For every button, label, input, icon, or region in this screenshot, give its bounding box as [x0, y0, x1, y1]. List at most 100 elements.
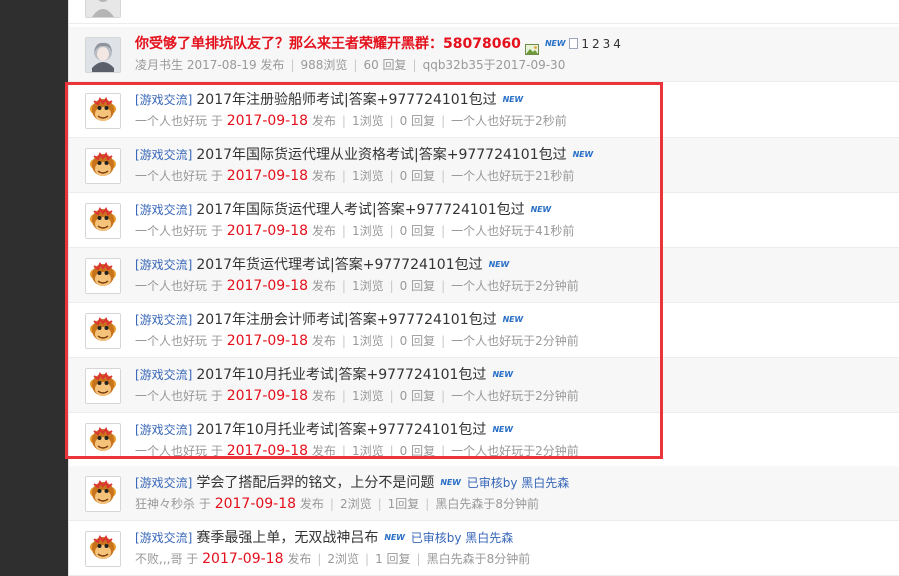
category-tag-link[interactable]: [游戏交流]: [135, 476, 192, 490]
thread-row[interactable]: [游戏交流] 2017年货运代理考试|答案+977724101包过 NEW 一个人也好…: [69, 248, 899, 303]
thread-row[interactable]: 你受够了单排坑队友了？那么来王者荣耀开黑群：58078060 NEW 1 2 3 4 凌月书…: [69, 27, 899, 82]
reply-count: 0 回复: [399, 224, 436, 238]
view-count: 1浏览: [351, 114, 384, 128]
thread-title-link[interactable]: 2017年货运代理考试|答案+977724101包过: [196, 257, 482, 273]
thread-title-link[interactable]: 你受够了单排坑队友了？那么来王者荣耀开黑群：58078060: [135, 36, 521, 52]
image-attachment-icon: [524, 38, 539, 55]
author-link[interactable]: 不败,,,哥: [135, 552, 182, 566]
last-reply-info[interactable]: 一个人也好玩于2秒前: [451, 114, 567, 128]
thread-title-link[interactable]: 2017年10月托业考试|答案+977724101包过: [196, 422, 486, 438]
thread-row[interactable]: [游戏交流] 赛季最强上单，无双战神吕布 NEW 已审核by 黑白先森 不败,,,哥 于…: [69, 521, 899, 576]
reply-count: 0 回复: [399, 279, 436, 293]
user-avatar[interactable]: [85, 37, 121, 73]
author-link[interactable]: 一个人也好玩: [135, 279, 207, 293]
user-avatar[interactable]: [85, 148, 121, 184]
thread-row[interactable]: [游戏交流] 2017年国际货运代理从业资格考试|答案+977724101包过 NE…: [69, 138, 899, 193]
separator: |: [341, 169, 346, 183]
user-avatar[interactable]: [85, 258, 121, 294]
view-count: 1浏览: [351, 334, 384, 348]
author-link[interactable]: 一个人也好玩: [135, 334, 207, 348]
page-number-link[interactable]: 3: [603, 37, 611, 51]
user-avatar[interactable]: [85, 203, 121, 239]
last-reply-info[interactable]: 一个人也好玩于41秒前: [451, 224, 574, 238]
user-avatar[interactable]: [85, 423, 121, 459]
by-word: 于: [210, 389, 223, 403]
category-tag-link[interactable]: [游戏交流]: [135, 531, 192, 545]
category-tag-link[interactable]: [游戏交流]: [135, 203, 192, 217]
thread-row[interactable]: [游戏交流] 学会了搭配后羿的铭文，上分不是问题 NEW 已审核by 黑白先森 狂神々秒…: [69, 466, 899, 521]
separator: |: [389, 444, 394, 458]
thread-list-panel: 黑白先森 2017-08-21 发布|1626浏览|116 回复|与世梦回于20…: [68, 0, 899, 576]
user-avatar[interactable]: [85, 313, 121, 349]
thread-row[interactable]: [游戏交流] 2017年注册会计师考试|答案+977724101包过 NEW 一个人也…: [69, 303, 899, 358]
author-link[interactable]: 凌月书生: [135, 58, 183, 72]
thread-row[interactable]: [游戏交流] 2017年注册验船师考试|答案+977724101包过 NEW 一个人也…: [69, 83, 899, 138]
separator: |: [441, 279, 446, 293]
last-reply-info[interactable]: 黑白先森于8分钟前: [435, 497, 539, 511]
author-link[interactable]: 一个人也好玩: [135, 169, 207, 183]
reply-count: 0 回复: [399, 169, 436, 183]
posted-label: 发布: [299, 497, 324, 511]
thread-meta-line: 一个人也好玩 于 2017-09-18 发布 | 1浏览 | 0 回复 | 一个人也好玩于2…: [135, 387, 579, 405]
author-link[interactable]: 狂神々秒杀: [135, 497, 195, 511]
thread-row[interactable]: [游戏交流] 2017年10月托业考试|答案+977724101包过 NEW 一个人也…: [69, 413, 899, 468]
author-link[interactable]: 一个人也好玩: [135, 389, 207, 403]
category-tag-link[interactable]: [游戏交流]: [135, 313, 192, 327]
author-link[interactable]: 一个人也好玩: [135, 444, 207, 458]
thread-meta-line: 一个人也好玩 于 2017-09-18 发布 | 1浏览 | 0 回复 | 一个人也好玩于4…: [135, 222, 574, 240]
author-link[interactable]: 一个人也好玩: [135, 224, 207, 238]
separator: |: [425, 497, 430, 511]
separator: |: [412, 58, 417, 72]
new-badge-icon: NEW: [502, 94, 524, 104]
author-link[interactable]: 一个人也好玩: [135, 114, 207, 128]
posted-label: 发布: [287, 552, 312, 566]
separator: |: [365, 552, 370, 566]
category-tag-link[interactable]: [游戏交流]: [135, 148, 192, 162]
reply-count: 60 回复: [363, 58, 407, 72]
category-tag-link[interactable]: [游戏交流]: [135, 368, 192, 382]
last-reply-info[interactable]: 一个人也好玩于2分钟前: [451, 444, 579, 458]
thread-row[interactable]: [游戏交流] 2017年国际货运代理人考试|答案+977724101包过 NEW 一个…: [69, 193, 899, 248]
user-avatar[interactable]: [85, 476, 121, 512]
thread-title-link[interactable]: 2017年注册验船师考试|答案+977724101包过: [196, 92, 496, 108]
last-reply-info[interactable]: 一个人也好玩于2分钟前: [451, 279, 579, 293]
separator: |: [341, 279, 346, 293]
page-number-link[interactable]: 4: [613, 37, 621, 51]
posted-label: 发布: [311, 389, 336, 403]
separator: |: [389, 169, 394, 183]
last-reply-info[interactable]: 黑白先森于8分钟前: [427, 552, 531, 566]
category-tag-link[interactable]: [游戏交流]: [135, 93, 192, 107]
thread-title-link[interactable]: 2017年国际货运代理人考试|答案+977724101包过: [196, 202, 524, 218]
thread-title-line: [游戏交流] 2017年国际货运代理从业资格考试|答案+977724101包过 NE…: [135, 142, 593, 166]
last-reply-info[interactable]: qqb32b35于2017-09-30: [423, 58, 566, 72]
thread-meta-line: 一个人也好玩 于 2017-09-18 发布 | 1浏览 | 0 回复 | 一个人也好玩于2…: [135, 332, 579, 350]
audit-status-link[interactable]: 已审核by 黑白先森: [467, 476, 570, 490]
view-count: 1浏览: [351, 169, 384, 183]
separator: |: [389, 389, 394, 403]
separator: |: [389, 114, 394, 128]
page-number-link[interactable]: 1: [581, 37, 589, 51]
audit-status-link[interactable]: 已审核by 黑白先森: [411, 531, 514, 545]
category-tag-link[interactable]: [游戏交流]: [135, 423, 192, 437]
last-reply-info[interactable]: 一个人也好玩于2分钟前: [451, 389, 579, 403]
thread-title-link[interactable]: 2017年国际货运代理从业资格考试|答案+977724101包过: [196, 147, 566, 163]
reply-count: 0 回复: [399, 389, 436, 403]
reply-count: 0 回复: [399, 114, 436, 128]
thread-title-link[interactable]: 学会了搭配后羿的铭文，上分不是问题: [196, 475, 434, 491]
user-avatar[interactable]: [85, 531, 121, 567]
last-reply-info[interactable]: 一个人也好玩于2分钟前: [451, 334, 579, 348]
user-avatar[interactable]: [85, 0, 121, 18]
separator: |: [341, 114, 346, 128]
thread-title-link[interactable]: 赛季最强上单，无双战神吕布: [196, 530, 378, 546]
view-count: 1浏览: [351, 389, 384, 403]
thread-row[interactable]: 黑白先森 2017-08-21 发布|1626浏览|116 回复|与世梦回于20…: [69, 0, 899, 24]
last-reply-info[interactable]: 一个人也好玩于21秒前: [451, 169, 574, 183]
thread-row[interactable]: [游戏交流] 2017年10月托业考试|答案+977724101包过 NEW 一个人也…: [69, 358, 899, 413]
thread-title-link[interactable]: 2017年10月托业考试|答案+977724101包过: [196, 367, 486, 383]
multi-page-icon: [569, 38, 579, 49]
page-number-link[interactable]: 2: [592, 37, 600, 51]
thread-title-link[interactable]: 2017年注册会计师考试|答案+977724101包过: [196, 312, 496, 328]
user-avatar[interactable]: [85, 368, 121, 404]
category-tag-link[interactable]: [游戏交流]: [135, 258, 192, 272]
user-avatar[interactable]: [85, 93, 121, 129]
